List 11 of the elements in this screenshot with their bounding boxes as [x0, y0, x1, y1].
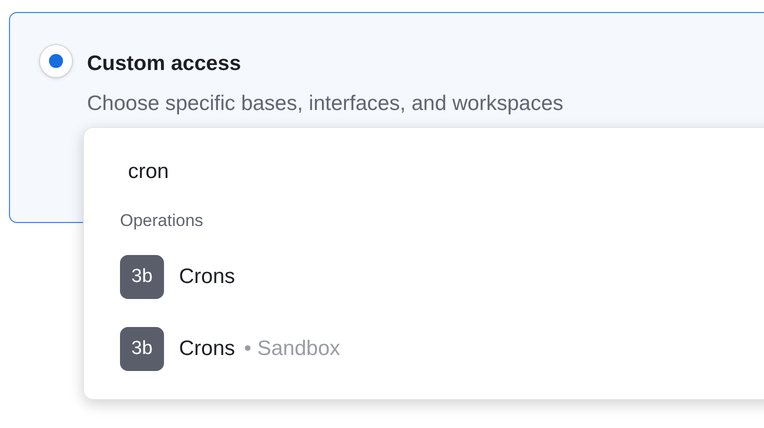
result-item[interactable]: 3b Crons • Sandbox: [120, 327, 340, 371]
base-badge: 3b: [120, 255, 164, 299]
option-title: Custom access: [87, 51, 242, 77]
radio-button[interactable]: [39, 44, 73, 78]
base-badge: 3b: [120, 327, 164, 371]
option-description: Choose specific bases, interfaces, and workspaces: [87, 90, 564, 116]
result-item[interactable]: 3b Crons: [120, 255, 236, 299]
workspace-label: • Sandbox: [244, 336, 340, 362]
search-field[interactable]: cron: [120, 156, 520, 188]
result-label: Crons: [179, 336, 236, 362]
result-label: Crons: [179, 264, 236, 290]
